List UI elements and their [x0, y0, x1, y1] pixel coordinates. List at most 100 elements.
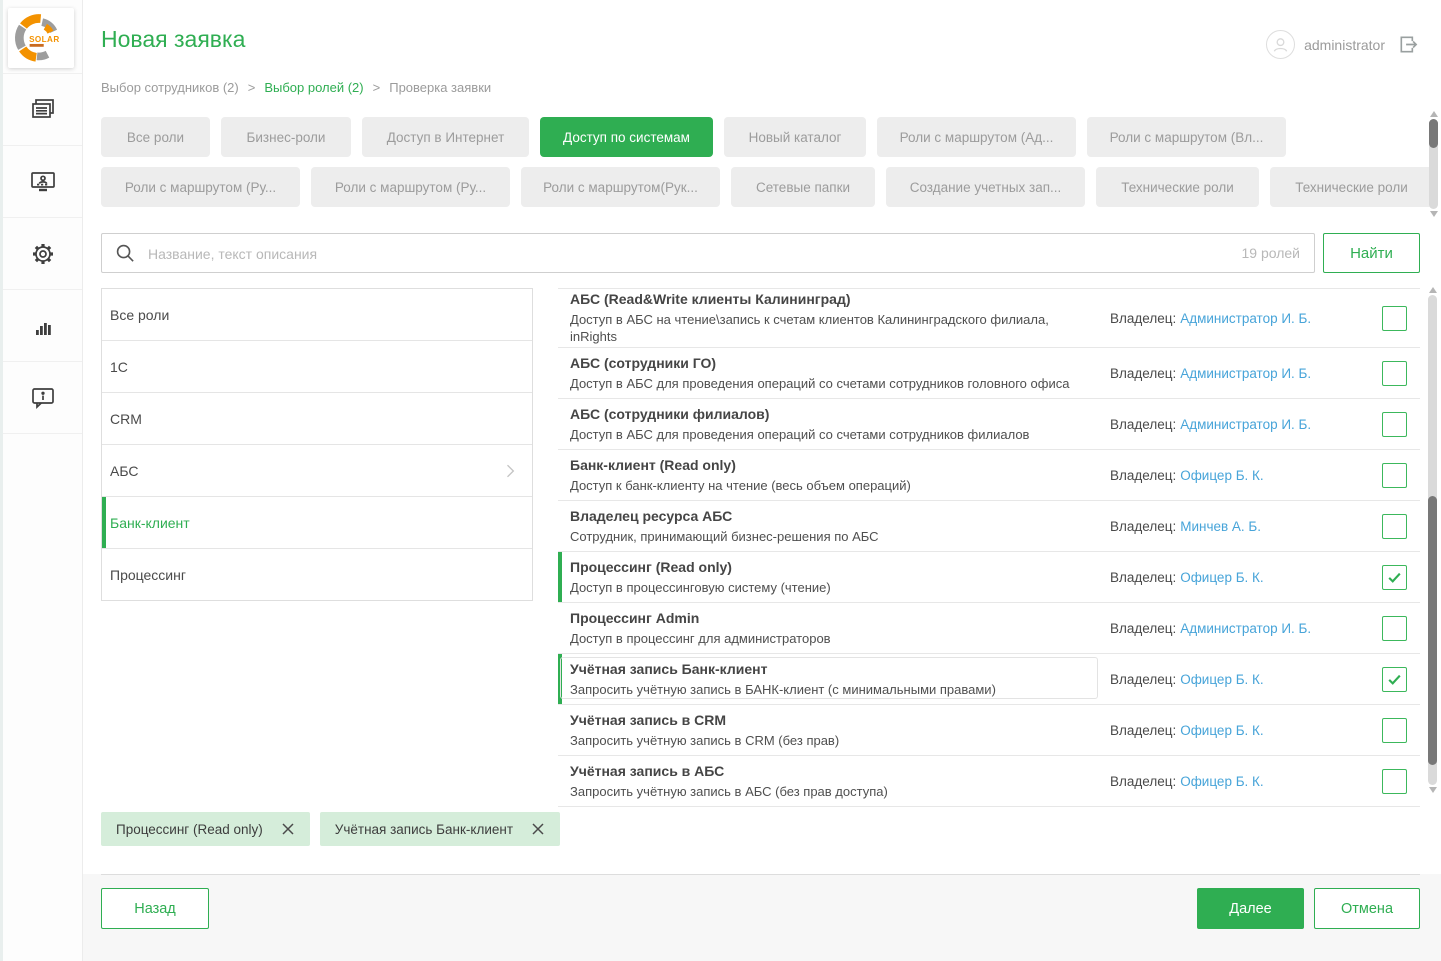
- scrollbar-track[interactable]: [1428, 295, 1437, 785]
- owner-link[interactable]: Администратор И. Б.: [1180, 417, 1311, 432]
- logout-button[interactable]: [1397, 33, 1420, 56]
- owner-link[interactable]: Офицер Б. К.: [1180, 723, 1263, 738]
- role-title: Учётная запись Банк-клиент: [570, 660, 768, 677]
- search-input[interactable]: [146, 234, 1204, 274]
- role-list: АБС (Read&Write клиенты Калининград) Дос…: [558, 288, 1420, 807]
- tab-route-roles-vl[interactable]: Роли с маршрутом (Вл...: [1087, 117, 1286, 157]
- scrollbar-track[interactable]: [1429, 119, 1438, 209]
- tab-route-roles-ruk[interactable]: Роли с маршрутом(Рук...: [521, 167, 720, 207]
- category-processing[interactable]: Процессинг: [102, 548, 532, 600]
- chip-processing-read-only: Процессинг (Read only): [101, 812, 310, 846]
- tab-network-folders[interactable]: Сетевые папки: [731, 167, 875, 207]
- sidebar-item-info[interactable]: [3, 362, 82, 434]
- role-checkbox[interactable]: [1382, 305, 1407, 331]
- chip-remove-button[interactable]: [281, 822, 295, 836]
- cancel-button[interactable]: Отмена: [1314, 888, 1420, 929]
- role-owner: Владелец: Администратор И. Б.: [1110, 417, 1362, 432]
- scrollbar-thumb[interactable]: [1428, 495, 1437, 766]
- close-icon: [282, 823, 294, 835]
- category-all-roles[interactable]: Все роли: [102, 289, 532, 340]
- role-checkbox[interactable]: [1382, 462, 1407, 488]
- role-description: Доступ к банк-клиенту на чтение (весь об…: [570, 477, 911, 493]
- breadcrumb-step-review[interactable]: Проверка заявки: [389, 80, 491, 95]
- role-checkbox-checked[interactable]: [1382, 666, 1407, 692]
- owner-link[interactable]: Офицер Б. К.: [1180, 570, 1263, 585]
- tab-all-roles[interactable]: Все роли: [101, 117, 210, 157]
- solar-logo[interactable]: SOLAR: [8, 8, 74, 68]
- documents-icon: [31, 98, 54, 118]
- tabs-scrollbar[interactable]: [1427, 111, 1440, 217]
- chip-label: Процессинг (Read only): [116, 821, 263, 837]
- scroll-up-arrow[interactable]: [1429, 111, 1438, 117]
- owner-link[interactable]: Минчев А. Б.: [1180, 519, 1261, 534]
- role-description: Доступ в процессинг для администраторов: [570, 630, 831, 646]
- tab-technical-roles-1[interactable]: Технические роли: [1096, 167, 1259, 207]
- owner-link[interactable]: Администратор И. Б.: [1180, 621, 1311, 636]
- breadcrumb-step-roles[interactable]: Выбор ролей (2): [264, 80, 363, 95]
- owner-label: Владелец:: [1110, 467, 1177, 483]
- back-button[interactable]: Назад: [101, 888, 209, 929]
- role-list-scrollbar[interactable]: [1426, 287, 1439, 793]
- role-checkbox[interactable]: [1382, 717, 1407, 743]
- tab-business-roles[interactable]: Бизнес-роли: [221, 117, 351, 157]
- role-checkbox[interactable]: [1382, 615, 1407, 641]
- category-crm[interactable]: CRM: [102, 392, 532, 444]
- role-checkbox[interactable]: [1382, 360, 1407, 386]
- page-title: Новая заявка: [101, 26, 246, 52]
- content: Все роли 1С CRM АБС Банк-клиент Процесси…: [101, 288, 1420, 807]
- owner-link[interactable]: Офицер Б. К.: [1180, 468, 1263, 483]
- sidebar-item-reports[interactable]: [3, 290, 82, 362]
- tab-route-roles-ru1[interactable]: Роли с маршрутом (Ру...: [101, 167, 300, 207]
- role-row-processing-read-only[interactable]: Процессинг (Read only) Доступ в процесси…: [558, 552, 1420, 603]
- sidebar-item-accounts[interactable]: [3, 146, 82, 218]
- sidebar-item-settings[interactable]: [3, 218, 82, 290]
- role-checkbox-checked[interactable]: [1382, 564, 1407, 590]
- owner-link[interactable]: Администратор И. Б.: [1180, 366, 1311, 381]
- sidebar-item-requests[interactable]: [3, 73, 82, 146]
- search-icon: [115, 243, 136, 269]
- owner-label: Владелец:: [1110, 620, 1177, 636]
- role-text: Учётная запись Банк-клиент Запросить учё…: [558, 661, 1110, 698]
- tab-new-catalog[interactable]: Новый каталог: [724, 117, 866, 157]
- category-1c[interactable]: 1С: [102, 340, 532, 392]
- scrollbar-thumb[interactable]: [1429, 119, 1438, 148]
- role-row-account-abs[interactable]: Учётная запись в АБС Запросить учётную з…: [558, 756, 1420, 807]
- role-row-account-crm[interactable]: Учётная запись в CRM Запросить учётную з…: [558, 705, 1420, 756]
- category-bank-client[interactable]: Банк-клиент: [102, 496, 532, 548]
- category-label: 1С: [110, 358, 128, 375]
- chip-remove-button[interactable]: [531, 822, 545, 836]
- role-checkbox[interactable]: [1382, 768, 1407, 794]
- chip-account-bank-client: Учётная запись Банк-клиент: [319, 812, 561, 846]
- role-title: АБС (сотрудники филиалов): [570, 405, 770, 422]
- role-row-abs-rw-kaliningrad[interactable]: АБС (Read&Write клиенты Калининград) Дос…: [558, 289, 1420, 348]
- role-title: Банк-клиент (Read only): [570, 456, 736, 473]
- tab-system-access[interactable]: Доступ по системам: [540, 117, 713, 157]
- role-owner: Владелец: Офицер Б. К.: [1110, 468, 1362, 483]
- scroll-down-arrow[interactable]: [1429, 211, 1438, 217]
- tab-route-roles-ad[interactable]: Роли с маршрутом (Ад...: [877, 117, 1076, 157]
- role-owner: Владелец: Минчев А. Б.: [1110, 519, 1362, 534]
- role-row-abs-branch-staff[interactable]: АБС (сотрудники филиалов) Доступ в АБС д…: [558, 399, 1420, 450]
- next-button[interactable]: Далее: [1197, 888, 1304, 929]
- tab-technical-roles-2[interactable]: Технические роли: [1270, 167, 1433, 207]
- search-box: 19 ролей: [101, 233, 1315, 274]
- category-abs[interactable]: АБС: [102, 444, 532, 496]
- tab-route-roles-ru2[interactable]: Роли с маршрутом (Ру...: [311, 167, 510, 207]
- role-row-account-bank-client[interactable]: Учётная запись Банк-клиент Запросить учё…: [558, 654, 1420, 705]
- breadcrumb-step-employees[interactable]: Выбор сотрудников (2): [101, 80, 239, 95]
- scroll-down-arrow[interactable]: [1428, 787, 1437, 793]
- tab-internet-access[interactable]: Доступ в Интернет: [362, 117, 529, 157]
- find-button[interactable]: Найти: [1323, 233, 1420, 273]
- role-row-bank-client-read-only[interactable]: Банк-клиент (Read only) Доступ к банк-кл…: [558, 450, 1420, 501]
- tab-account-creation[interactable]: Создание учетных зап...: [886, 167, 1085, 207]
- role-row-abs-hq-staff[interactable]: АБС (сотрудники ГО) Доступ в АБС для про…: [558, 348, 1420, 399]
- owner-link[interactable]: Администратор И. Б.: [1180, 311, 1311, 326]
- role-checkbox[interactable]: [1382, 513, 1407, 539]
- scroll-up-arrow[interactable]: [1428, 287, 1437, 293]
- owner-link[interactable]: Офицер Б. К.: [1180, 672, 1263, 687]
- role-row-abs-resource-owner[interactable]: Владелец ресурса АБС Сотрудник, принимаю…: [558, 501, 1420, 552]
- role-row-processing-admin[interactable]: Процессинг Admin Доступ в процессинг для…: [558, 603, 1420, 654]
- owner-link[interactable]: Офицер Б. К.: [1180, 774, 1263, 789]
- role-checkbox[interactable]: [1382, 411, 1407, 437]
- user-block: administrator: [1266, 30, 1420, 59]
